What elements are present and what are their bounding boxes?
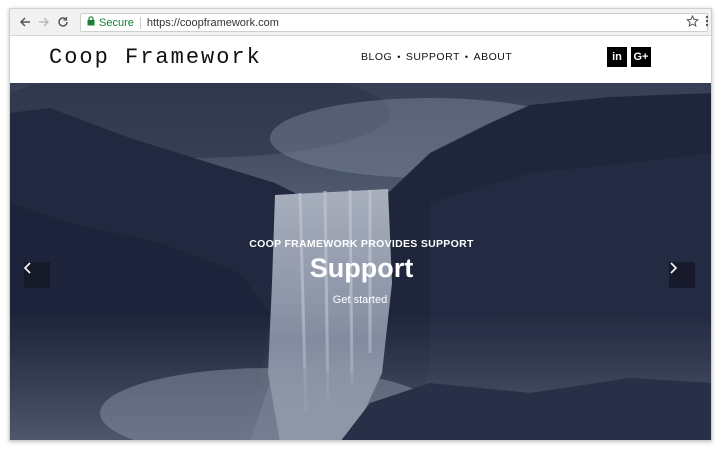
site-logo[interactable]: Coop Framework [49,45,262,70]
nav-item-blog[interactable]: BLOG [361,51,392,63]
hero-slider: COOP FRAMEWORK PROVIDES SUPPORT Support … [10,83,711,440]
reload-icon[interactable] [54,13,72,31]
lock-icon [87,16,95,29]
chevron-left-icon [24,262,31,274]
nav-separator: • [464,52,469,62]
star-icon[interactable] [686,14,699,31]
hero-eyebrow: COOP FRAMEWORK PROVIDES SUPPORT [249,238,474,250]
browser-window: Secure https://coopframework.com Coop Fr… [9,8,712,441]
nav-item-about[interactable]: ABOUT [474,51,513,63]
chevron-right-icon [670,262,677,274]
nav-separator: • [397,52,401,62]
hero-title: Support [309,253,414,283]
secure-label: Secure [99,16,134,29]
url-text: https://coopframework.com [146,16,279,29]
menu-icon[interactable] [705,14,709,32]
slider-next-button[interactable] [669,262,695,288]
get-started-link[interactable]: Get started [320,294,400,306]
address-bar[interactable]: Secure https://coopframework.com [80,13,708,32]
main-nav: BLOG • SUPPORT • ABOUT [361,51,512,63]
browser-toolbar: Secure https://coopframework.com [10,9,711,36]
omnibox-divider [139,16,141,29]
forward-icon[interactable] [35,13,53,31]
site-header: Coop Framework BLOG • SUPPORT • ABOUT in… [10,37,711,83]
linkedin-icon[interactable]: in [607,47,627,67]
back-icon[interactable] [16,13,34,31]
nav-item-support[interactable]: SUPPORT [406,51,460,63]
google-plus-icon[interactable]: G+ [631,47,651,67]
slider-prev-button[interactable] [24,262,50,288]
